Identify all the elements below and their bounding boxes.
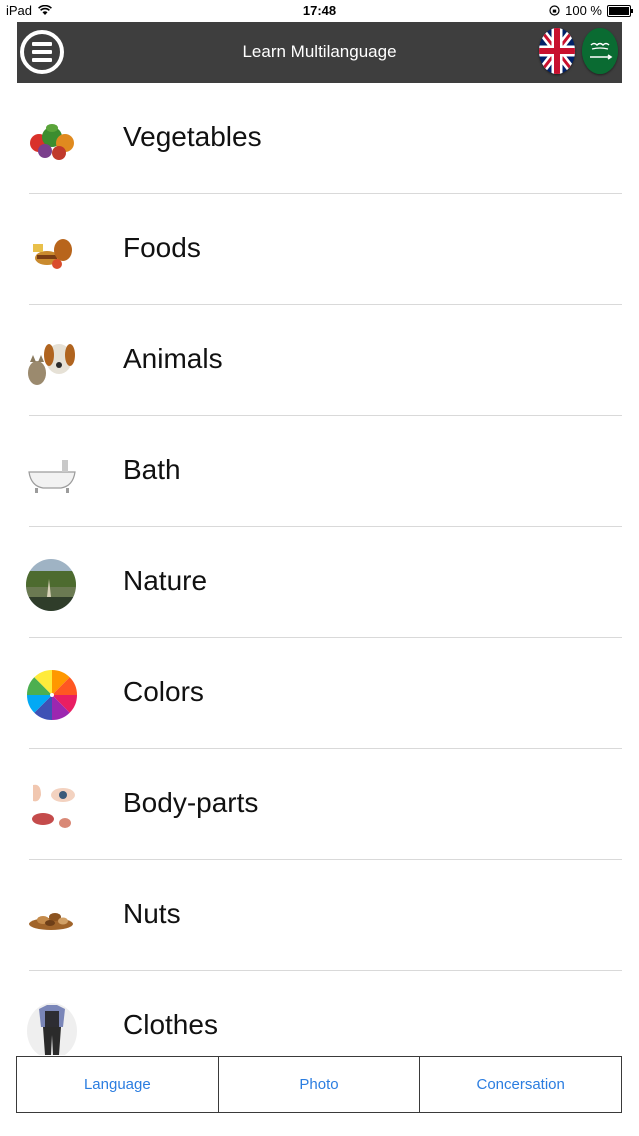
uk-flag-button[interactable] — [539, 28, 575, 74]
list-item-label: Vegetables — [123, 121, 262, 152]
list-item-nature[interactable]: Nature — [26, 527, 622, 638]
vegetables-icon — [30, 124, 74, 160]
animals-icon — [28, 344, 75, 385]
nature-icon — [26, 559, 76, 611]
status-time: 17:48 — [302, 3, 337, 18]
color-wheel-icon — [26, 669, 78, 721]
saudi-flag-button[interactable] — [582, 28, 618, 74]
body-parts-icon — [32, 784, 75, 828]
list-item-foods[interactable]: Foods — [29, 194, 622, 305]
tab-photo[interactable]: Photo — [219, 1057, 421, 1112]
tab-bar: Language Photo Concersation — [16, 1056, 622, 1113]
list-item-vegetables[interactable]: Vegetables — [29, 83, 622, 194]
bathtub-icon — [28, 460, 76, 493]
nav-bar: Learn Multilanguage — [17, 22, 622, 83]
uk-flag-icon — [539, 28, 575, 74]
orientation-lock-icon — [549, 5, 560, 16]
battery-percent: 100 % — [565, 3, 602, 18]
foods-icon — [33, 239, 72, 269]
list-item-label: Body-parts — [123, 787, 259, 818]
list-item-label: Animals — [123, 343, 223, 374]
list-item-label: Nuts — [123, 898, 181, 929]
status-bar: iPad 17:48 100 % — [0, 0, 639, 22]
list-item-label: Foods — [123, 232, 201, 263]
page-title: Learn Multilanguage — [242, 42, 397, 61]
list-item-label: Nature — [123, 565, 208, 596]
tab-conversation[interactable]: Concersation — [420, 1057, 621, 1112]
saudi-flag-icon — [582, 28, 618, 74]
clothes-icon — [27, 1003, 77, 1055]
list-item-nuts[interactable]: Nuts — [29, 860, 622, 971]
list-item-label: Colors — [123, 676, 204, 707]
list-item-label: Bath — [123, 454, 181, 485]
category-list: Vegetables Foods Animals Bath Nature Col… — [0, 83, 639, 1082]
list-item-body-parts[interactable]: Body-parts — [29, 749, 622, 860]
battery-icon — [607, 4, 633, 17]
list-item-bath[interactable]: Bath — [28, 416, 622, 527]
list-item-label: Clothes — [123, 1009, 218, 1040]
tab-language[interactable]: Language — [17, 1057, 219, 1112]
list-item-animals[interactable]: Animals — [28, 305, 622, 416]
list-item-colors[interactable]: Colors — [26, 638, 622, 749]
nuts-icon — [29, 913, 73, 930]
